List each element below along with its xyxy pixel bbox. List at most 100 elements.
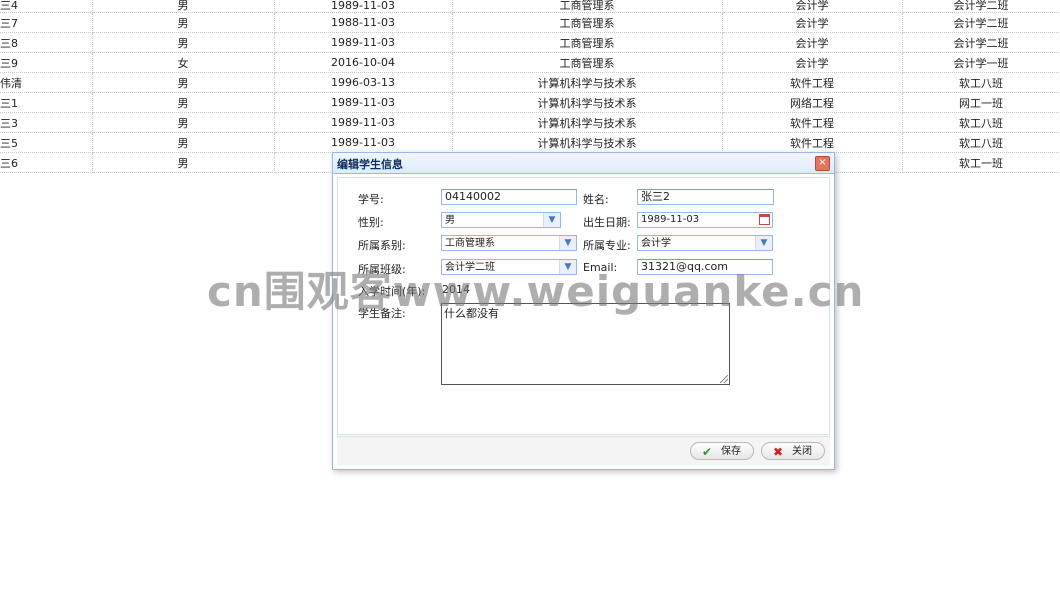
enroll-year-label: 入学时间(年): <box>358 285 426 298</box>
table-cell-name: 三8 <box>0 32 93 53</box>
cross-icon: ✖ <box>773 445 784 459</box>
table-cell-major: 软件工程 <box>722 72 903 93</box>
remarks-label: 学生备注: <box>358 307 406 320</box>
table-row[interactable]: 三5 男 1989-11-03 计算机科学与技术系 软件工程 软工八班 <box>0 132 1060 153</box>
table-cell-name: 三9 <box>0 52 93 73</box>
resize-handle-icon[interactable] <box>720 375 728 383</box>
table-cell-class: 软工八班 <box>902 112 1060 133</box>
close-button[interactable]: ✖ 关闭 <box>761 442 825 460</box>
table-cell-major: 会计学 <box>722 52 903 73</box>
table-cell-major: 网络工程 <box>722 92 903 113</box>
close-icon[interactable]: × <box>815 156 830 171</box>
table-row[interactable]: 三8 男 1989-11-03 工商管理系 会计学 会计学二班 <box>0 32 1060 53</box>
gender-select[interactable]: 男 ▼ <box>441 212 561 228</box>
checkmark-icon: ✔ <box>702 445 713 459</box>
table-cell-name: 三1 <box>0 92 93 113</box>
table-cell-birth: 1989-11-03 <box>274 132 453 153</box>
table-cell-major: 软件工程 <box>722 132 903 153</box>
table-cell-major: 软件工程 <box>722 112 903 133</box>
table-cell-birth: 1988-11-03 <box>274 12 453 33</box>
chevron-down-icon[interactable]: ▼ <box>559 236 576 250</box>
chevron-down-icon[interactable]: ▼ <box>755 236 772 250</box>
dialog-title: 编辑学生信息 <box>337 158 403 171</box>
table-cell-dept: 计算机科学与技术系 <box>452 132 723 153</box>
table-cell-class: 会计学二班 <box>902 32 1060 53</box>
table-cell-class: 会计学一班 <box>902 52 1060 73</box>
birth-date-value: 1989-11-03 <box>641 214 700 225</box>
table-cell-dept: 工商管理系 <box>452 32 723 53</box>
chevron-down-icon[interactable]: ▼ <box>559 260 576 274</box>
name-label: 姓名: <box>583 193 609 206</box>
table-cell-birth: 2016-10-04 <box>274 52 453 73</box>
table-cell-dept: 计算机科学与技术系 <box>452 92 723 113</box>
name-input[interactable]: 张三2 <box>637 189 774 205</box>
calendar-icon[interactable] <box>759 214 770 225</box>
table-row[interactable]: 三3 男 1989-11-03 计算机科学与技术系 软件工程 软工八班 <box>0 112 1060 133</box>
table-cell-name: 三7 <box>0 12 93 33</box>
table-cell-gender: 男 <box>92 32 275 53</box>
gender-label: 性别: <box>358 216 384 229</box>
enroll-year-value[interactable]: 2014 <box>442 283 470 296</box>
student-id-label: 学号: <box>358 193 384 206</box>
department-label: 所属系别: <box>358 239 406 252</box>
remarks-textarea[interactable]: 什么都没有 <box>441 303 730 385</box>
table-cell-gender: 男 <box>92 132 275 153</box>
table-cell-dept: 计算机科学与技术系 <box>452 72 723 93</box>
table-cell-class: 软工一班 <box>902 152 1060 173</box>
table-cell-birth: 1989-11-03 <box>274 112 453 133</box>
table-cell-class: 会计学二班 <box>902 0 1060 13</box>
table-cell-gender: 男 <box>92 152 275 173</box>
dialog-header[interactable]: 编辑学生信息 × <box>333 153 834 174</box>
save-button[interactable]: ✔ 保存 <box>690 442 754 460</box>
major-select[interactable]: 会计学 ▼ <box>637 235 773 251</box>
table-cell-class: 网工一班 <box>902 92 1060 113</box>
table-cell-dept: 工商管理系 <box>452 12 723 33</box>
table-cell-name: 伟清 <box>0 72 93 93</box>
department-value: 工商管理系 <box>445 238 495 249</box>
save-button-label: 保存 <box>721 446 741 457</box>
department-select[interactable]: 工商管理系 ▼ <box>441 235 577 251</box>
table-row[interactable]: 三1 男 1989-11-03 计算机科学与技术系 网络工程 网工一班 <box>0 92 1060 113</box>
table-cell-dept: 工商管理系 <box>452 0 723 13</box>
table-cell-major: 会计学 <box>722 0 903 13</box>
table-cell-gender: 男 <box>92 72 275 93</box>
table-row[interactable]: 三4 男 1989-11-03 工商管理系 会计学 会计学二班 <box>0 0 1060 13</box>
table-cell-gender: 男 <box>92 112 275 133</box>
email-input[interactable]: 31321@qq.com <box>637 259 773 275</box>
table-cell-major: 会计学 <box>722 32 903 53</box>
email-label: Email: <box>583 261 618 274</box>
table-cell-name: 三5 <box>0 132 93 153</box>
table-cell-gender: 女 <box>92 52 275 73</box>
dialog-footer: ✔ 保存 ✖ 关闭 <box>337 436 830 465</box>
table-cell-gender: 男 <box>92 0 275 13</box>
table-cell-gender: 男 <box>92 12 275 33</box>
chevron-down-icon[interactable]: ▼ <box>543 213 560 227</box>
table-cell-birth: 1989-11-03 <box>274 0 453 13</box>
major-value: 会计学 <box>641 238 671 249</box>
table-cell-birth: 1996-03-13 <box>274 72 453 93</box>
table-cell-class: 会计学二班 <box>902 12 1060 33</box>
table-cell-birth: 1989-11-03 <box>274 32 453 53</box>
birth-date-label: 出生日期: <box>583 216 631 229</box>
class-select[interactable]: 会计学二班 ▼ <box>441 259 577 275</box>
birth-date-input[interactable]: 1989-11-03 <box>637 212 773 228</box>
table-cell-class: 软工八班 <box>902 132 1060 153</box>
class-value: 会计学二班 <box>445 262 495 273</box>
table-cell-dept: 计算机科学与技术系 <box>452 112 723 133</box>
dialog-form: 学号: 04140002 姓名: 张三2 性别: 男 ▼ 出生日期: 1989-… <box>337 177 830 435</box>
class-label: 所属班级: <box>358 263 406 276</box>
close-button-label: 关闭 <box>792 446 812 457</box>
edit-student-dialog: 编辑学生信息 × 学号: 04140002 姓名: 张三2 性别: 男 ▼ 出生… <box>332 152 835 470</box>
table-row[interactable]: 三7 男 1988-11-03 工商管理系 会计学 会计学二班 <box>0 12 1060 33</box>
table-row[interactable]: 伟清男 1996-03-13 计算机科学与技术系 软件工程 软工八班 <box>0 72 1060 93</box>
gender-value: 男 <box>445 215 455 226</box>
table-cell-dept: 工商管理系 <box>452 52 723 73</box>
major-label: 所属专业: <box>583 239 631 252</box>
table-cell-major: 会计学 <box>722 12 903 33</box>
table-cell-class: 软工八班 <box>902 72 1060 93</box>
table-row[interactable]: 三9 女 2016-10-04 工商管理系 会计学 会计学一班 <box>0 52 1060 73</box>
student-id-input[interactable]: 04140002 <box>441 189 577 205</box>
student-grid: 三4 男 1989-11-03 工商管理系 会计学 会计学二班 三7 男 1988-11-03 工… <box>0 0 1060 173</box>
table-cell-gender: 男 <box>92 92 275 113</box>
table-cell-name: 三4 <box>0 0 93 13</box>
